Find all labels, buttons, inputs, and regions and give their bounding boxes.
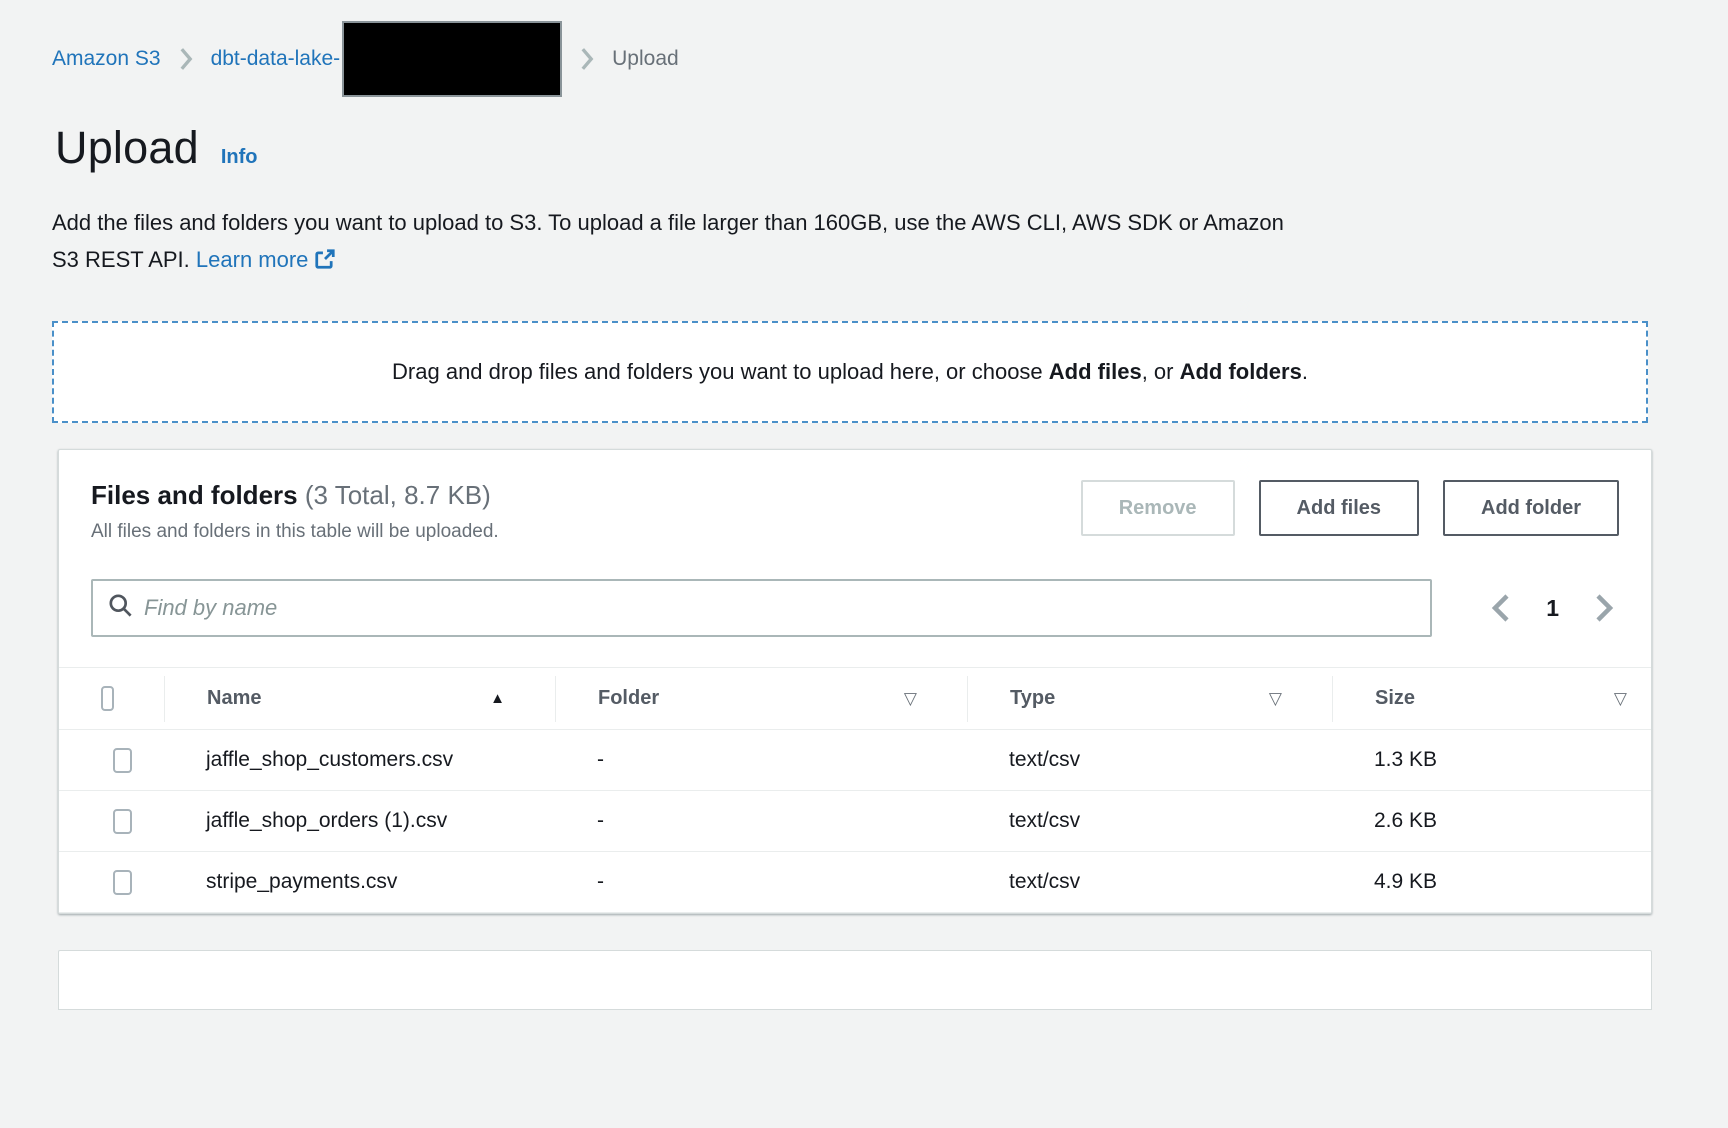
- select-all-cell: [59, 679, 164, 719]
- panel-actions: Remove Add files Add folder: [1081, 480, 1619, 543]
- page-description: Add the files and folders you want to up…: [52, 204, 1672, 281]
- panel-title: Files and folders (3 Total, 8.7 KB): [91, 480, 499, 511]
- remove-button[interactable]: Remove: [1081, 480, 1235, 536]
- filter-icon[interactable]: ▽: [1269, 689, 1282, 709]
- current-page-number[interactable]: 1: [1546, 595, 1559, 622]
- add-folder-button[interactable]: Add folder: [1443, 480, 1619, 536]
- search-input[interactable]: [144, 581, 1416, 635]
- description-line1: Add the files and folders you want to up…: [52, 210, 1284, 235]
- breadcrumb-amazon-s3[interactable]: Amazon S3: [52, 47, 161, 71]
- chevron-right-icon: [179, 46, 193, 72]
- search-box: [91, 579, 1432, 637]
- table-body: jaffle_shop_customers.csv - text/csv 1.3…: [59, 730, 1651, 913]
- column-header-type[interactable]: Type ▽: [967, 676, 1332, 722]
- filter-icon[interactable]: ▽: [904, 689, 917, 709]
- folder-cell: -: [555, 730, 967, 790]
- folder-cell: -: [555, 852, 967, 912]
- sort-ascending-icon[interactable]: ▲: [490, 690, 505, 707]
- type-cell: text/csv: [967, 852, 1332, 912]
- panel-subtitle: All files and folders in this table will…: [91, 521, 499, 543]
- table-header-row: Name ▲ Folder ▽ Type ▽ Size ▽: [59, 667, 1651, 730]
- add-files-button[interactable]: Add files: [1259, 480, 1419, 536]
- breadcrumb: Amazon S3 dbt-data-lake- Upload: [52, 20, 1728, 98]
- breadcrumb-upload: Upload: [612, 47, 679, 71]
- row-checkbox[interactable]: [113, 870, 132, 895]
- panel-header-text: Files and folders (3 Total, 8.7 KB) All …: [91, 480, 499, 543]
- file-name-cell: stripe_payments.csv: [164, 852, 555, 912]
- drag-and-drop-zone[interactable]: Drag and drop files and folders you want…: [52, 321, 1648, 423]
- table-row: jaffle_shop_orders (1).csv - text/csv 2.…: [59, 791, 1651, 852]
- table-row: jaffle_shop_customers.csv - text/csv 1.3…: [59, 730, 1651, 791]
- row-select-cell: [59, 797, 164, 846]
- type-cell: text/csv: [967, 791, 1332, 851]
- info-link[interactable]: Info: [221, 146, 258, 169]
- size-cell: 1.3 KB: [1332, 730, 1653, 790]
- row-checkbox[interactable]: [113, 748, 132, 773]
- row-select-cell: [59, 858, 164, 907]
- table-row: stripe_payments.csv - text/csv 4.9 KB: [59, 852, 1651, 913]
- size-cell: 4.9 KB: [1332, 852, 1653, 912]
- filter-icon[interactable]: ▽: [1614, 689, 1627, 709]
- type-cell: text/csv: [967, 730, 1332, 790]
- row-checkbox[interactable]: [113, 809, 132, 834]
- panel-count: (3 Total, 8.7 KB): [305, 480, 491, 510]
- column-header-folder[interactable]: Folder ▽: [555, 676, 967, 722]
- folder-cell: -: [555, 791, 967, 851]
- redacted-bucket-name: [342, 21, 562, 97]
- page-header: Upload Info: [55, 122, 1728, 174]
- column-header-name[interactable]: Name ▲: [164, 676, 555, 722]
- row-select-cell: [59, 736, 164, 785]
- external-link-icon[interactable]: [314, 244, 336, 281]
- next-page-button[interactable]: [1589, 589, 1619, 627]
- pagination: 1: [1486, 589, 1619, 627]
- next-panel-edge: [58, 950, 1652, 1010]
- chevron-right-icon: [580, 46, 594, 72]
- page-title: Upload: [55, 122, 199, 174]
- search-row: 1: [59, 579, 1651, 637]
- panel-header: Files and folders (3 Total, 8.7 KB) All …: [59, 450, 1651, 543]
- description-line2: S3 REST API.: [52, 247, 190, 272]
- breadcrumb-bucket[interactable]: dbt-data-lake-: [211, 47, 341, 71]
- size-cell: 2.6 KB: [1332, 791, 1653, 851]
- learn-more-link[interactable]: Learn more: [196, 247, 309, 272]
- search-icon: [107, 592, 134, 624]
- files-table: Name ▲ Folder ▽ Type ▽ Size ▽: [59, 667, 1651, 913]
- file-name-cell: jaffle_shop_orders (1).csv: [164, 791, 555, 851]
- column-header-size[interactable]: Size ▽: [1332, 676, 1653, 722]
- dropzone-text: Drag and drop files and folders you want…: [392, 359, 1308, 385]
- files-and-folders-panel: Files and folders (3 Total, 8.7 KB) All …: [58, 449, 1652, 914]
- select-all-checkbox[interactable]: [101, 686, 114, 711]
- file-name-cell: jaffle_shop_customers.csv: [164, 730, 555, 790]
- previous-page-button[interactable]: [1486, 589, 1516, 627]
